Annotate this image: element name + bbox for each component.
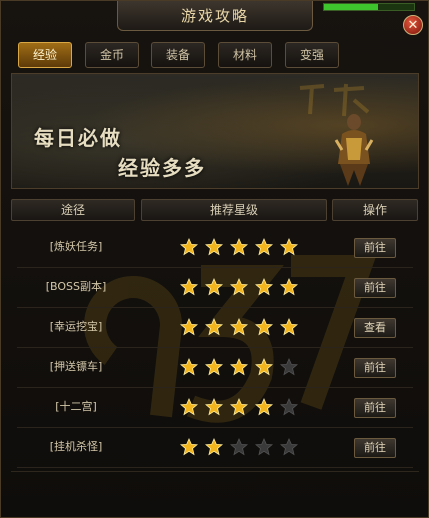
star-empty-icon — [280, 398, 298, 416]
star-filled-icon — [205, 398, 223, 416]
column-route: 途径 — [11, 199, 135, 221]
star-filled-icon — [280, 238, 298, 256]
star-filled-icon — [230, 278, 248, 296]
row-go-button[interactable]: 前往 — [354, 358, 396, 378]
star-empty-icon — [255, 438, 273, 456]
star-filled-icon — [230, 358, 248, 376]
tab-materials[interactable]: 材料 — [218, 42, 272, 68]
list-row: [BOSS副本] 前往 — [17, 267, 413, 308]
warrior-figure — [334, 114, 374, 186]
row-go-button[interactable]: 前往 — [354, 398, 396, 418]
star-filled-icon — [205, 318, 223, 336]
star-filled-icon — [230, 318, 248, 336]
list-row: [炼妖任务] 前往 — [17, 227, 413, 268]
banner-subheadline: 经验多多 — [118, 156, 206, 180]
row-route-name: [幸运挖宝] — [49, 320, 103, 333]
footer-strip — [11, 471, 419, 502]
tab-gold[interactable]: 金币 — [85, 42, 139, 68]
list-row: [十二宫] 前往 — [17, 387, 413, 428]
star-filled-icon — [180, 358, 198, 376]
row-route-name: [押送镖车] — [49, 360, 103, 373]
star-filled-icon — [255, 398, 273, 416]
list-row: [幸运挖宝] 查看 — [17, 307, 413, 348]
star-filled-icon — [180, 238, 198, 256]
window-title: 游戏攻略 — [117, 1, 313, 31]
guide-list: [炼妖任务] 前往 [BOSS副本] 前往 [幸运挖宝] 查看 [押送镖车] 前… — [17, 227, 413, 468]
row-go-button[interactable]: 前往 — [354, 438, 396, 458]
star-filled-icon — [230, 238, 248, 256]
guide-window: 游戏攻略 ✕ 经验 金币 装备 材料 变强 每日必做 经验多多 途径 推荐星级 … — [0, 0, 429, 518]
star-filled-icon — [255, 358, 273, 376]
row-go-button[interactable]: 前往 — [354, 238, 396, 258]
star-filled-icon — [205, 358, 223, 376]
tab-experience[interactable]: 经验 — [18, 42, 72, 68]
star-filled-icon — [205, 278, 223, 296]
row-view-button[interactable]: 查看 — [354, 318, 396, 338]
close-icon: ✕ — [407, 18, 419, 33]
tab-get-stronger[interactable]: 变强 — [285, 42, 339, 68]
star-filled-icon — [205, 438, 223, 456]
column-rating: 推荐星级 — [141, 199, 327, 221]
health-bar — [323, 3, 415, 11]
star-filled-icon — [180, 438, 198, 456]
banner-headline: 每日必做 — [34, 126, 122, 150]
row-route-name: [十二宫] — [55, 400, 97, 413]
list-row: [押送镖车] 前往 — [17, 347, 413, 388]
star-filled-icon — [280, 278, 298, 296]
row-route-name: [炼妖任务] — [49, 240, 103, 253]
column-action: 操作 — [332, 199, 418, 221]
star-filled-icon — [230, 398, 248, 416]
star-filled-icon — [205, 238, 223, 256]
row-route-name: [BOSS副本] — [45, 280, 107, 293]
star-empty-icon — [280, 438, 298, 456]
star-filled-icon — [255, 318, 273, 336]
tab-equipment[interactable]: 装备 — [151, 42, 205, 68]
star-filled-icon — [280, 318, 298, 336]
star-filled-icon — [180, 278, 198, 296]
star-filled-icon — [255, 278, 273, 296]
close-button[interactable]: ✕ — [403, 15, 423, 35]
row-go-button[interactable]: 前往 — [354, 278, 396, 298]
banner: 每日必做 经验多多 — [11, 73, 419, 189]
list-row: [挂机杀怪] 前往 — [17, 427, 413, 468]
star-filled-icon — [180, 318, 198, 336]
star-empty-icon — [230, 438, 248, 456]
star-empty-icon — [280, 358, 298, 376]
star-filled-icon — [180, 398, 198, 416]
row-route-name: [挂机杀怪] — [49, 440, 103, 453]
star-filled-icon — [255, 238, 273, 256]
